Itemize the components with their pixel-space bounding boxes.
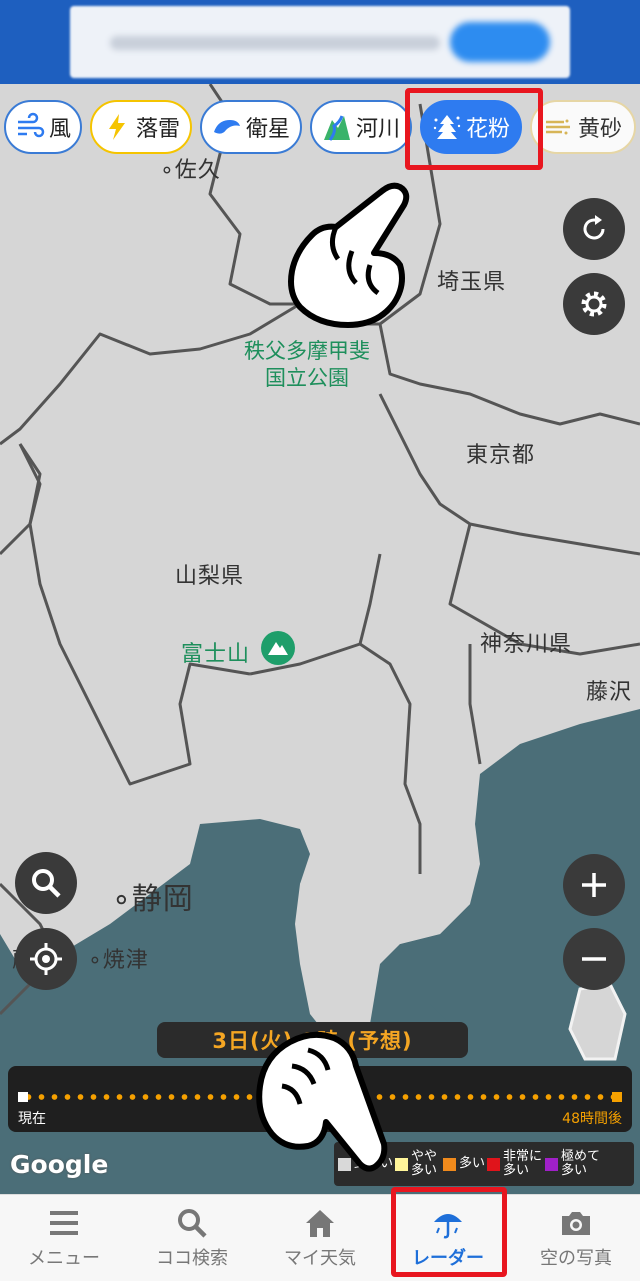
wind-icon [17,112,45,138]
nav-sky-photos-label: 空の写真 [540,1248,612,1269]
river-icon [323,115,350,141]
settings-button[interactable] [563,273,625,335]
layer-chip-bar: 風 落雷 衛星 河川 花粉 黄砂 [0,100,640,162]
bottom-navigation: メニュー ココ検索 マイ天気 レーダー 空の写真 [0,1194,640,1281]
nav-koko-search-label: ココ検索 [156,1248,228,1269]
chip-river-label: 河川 [355,117,400,142]
home-icon [306,1210,334,1237]
ad-text-blurred [110,36,440,50]
ad-banner[interactable] [0,0,640,84]
legend-label-many: 多い [459,1156,486,1171]
nav-my-weather[interactable]: マイ天気 [256,1195,384,1281]
zoom-in-button[interactable] [563,854,625,916]
nav-menu-label: メニュー [28,1248,100,1269]
nav-koko-search[interactable]: ココ検索 [128,1195,256,1281]
border-coast-east [468,644,482,765]
park-line2: 国立公園 [265,366,349,390]
chip-satellite[interactable]: 衛星 [200,100,302,154]
search-icon [178,1209,207,1238]
legend-label-extreme: 極めて多い [561,1149,601,1178]
chip-river[interactable]: 河川 [310,100,412,154]
legend-item-very-many: 非常に多い [487,1150,543,1178]
nav-menu[interactable]: メニュー [0,1195,128,1281]
yaizu-text: 焼津 [102,948,149,973]
search-icon [32,869,61,898]
legend-label-somewhat: やや多い [411,1149,438,1178]
chip-wind[interactable]: 風 [4,100,82,154]
google-attribution: Google [10,1150,109,1179]
location-crosshair-icon [30,943,62,975]
map-label-tokyo: 東京都 [466,443,536,468]
zoom-out-button[interactable] [563,928,625,990]
legend-swatch-somewhat [395,1157,409,1171]
chip-yellow-sand[interactable]: 黄砂 [530,100,636,154]
map-search-button[interactable] [15,852,77,914]
refresh-icon [583,215,605,240]
border-kanagawa-shizuoka [359,642,422,874]
nav-sky-photos[interactable]: 空の写真 [512,1195,640,1281]
refresh-button[interactable] [563,198,625,260]
satellite-icon [213,120,240,134]
time-slider-end-label: 48時間後 [562,1111,622,1127]
camera-icon [562,1212,590,1235]
highlight-box-pollen [405,88,543,170]
lightning-icon [108,114,125,140]
map-label-saitama: 埼玉県 [437,270,507,295]
yellow-sand-icon [545,119,570,135]
time-slider-end-marker [612,1092,622,1102]
nav-my-weather-label: マイ天気 [284,1248,356,1269]
chip-yellow-sand-label: 黄砂 [577,117,622,142]
highlight-box-radar [391,1187,507,1277]
legend-swatch-very-many [487,1157,501,1171]
legend-item-extreme: 極めて多い [545,1150,601,1178]
chip-wind-label: 風 [48,117,71,142]
ad-content[interactable] [70,6,570,78]
chip-lightning[interactable]: 落雷 [90,100,192,154]
map-label-national-park: 秩父多摩甲斐 国立公園 [222,338,392,392]
ad-button-blurred[interactable] [450,22,550,62]
menu-icon [50,1211,78,1235]
map-label-kanagawa: 神奈川県 [480,632,573,657]
border-tokyo-south [378,393,640,556]
legend-item-somewhat: やや多い [395,1150,441,1178]
mountain-icon [261,631,295,665]
time-slider-start-marker [18,1092,28,1102]
izu-oshima [568,982,627,1061]
map-label-yamanashi: 山梨県 [175,564,245,589]
legend-label-very-many: 非常に多い [503,1149,543,1178]
chip-satellite-label: 衛星 [245,117,290,142]
plus-icon [582,873,606,897]
time-slider-now-label: 現在 [18,1111,46,1127]
map-label-shizuoka: ∘静岡 [112,882,194,917]
minus-icon [582,957,606,961]
current-location-button[interactable] [15,928,77,990]
chip-lightning-label: 落雷 [135,117,180,142]
legend-item-many: 多い [443,1157,485,1171]
map-label-fuji: 富士山 [181,642,251,667]
park-line1: 秩父多摩甲斐 [244,339,370,363]
pointing-hand-icon-top [288,182,410,328]
border-yamanashi-shizuoka [18,443,251,786]
legend-swatch-many [443,1157,457,1171]
shizuoka-text: 静岡 [131,882,194,917]
map-label-yaizu: ∘焼津 [88,948,149,973]
border-tokyo-north [378,323,640,426]
map-label-fujisawa: 藤沢 [586,680,633,705]
pointing-hand-icon-bottom [256,1031,388,1172]
gear-icon [581,291,607,317]
legend-swatch-extreme [545,1157,559,1171]
